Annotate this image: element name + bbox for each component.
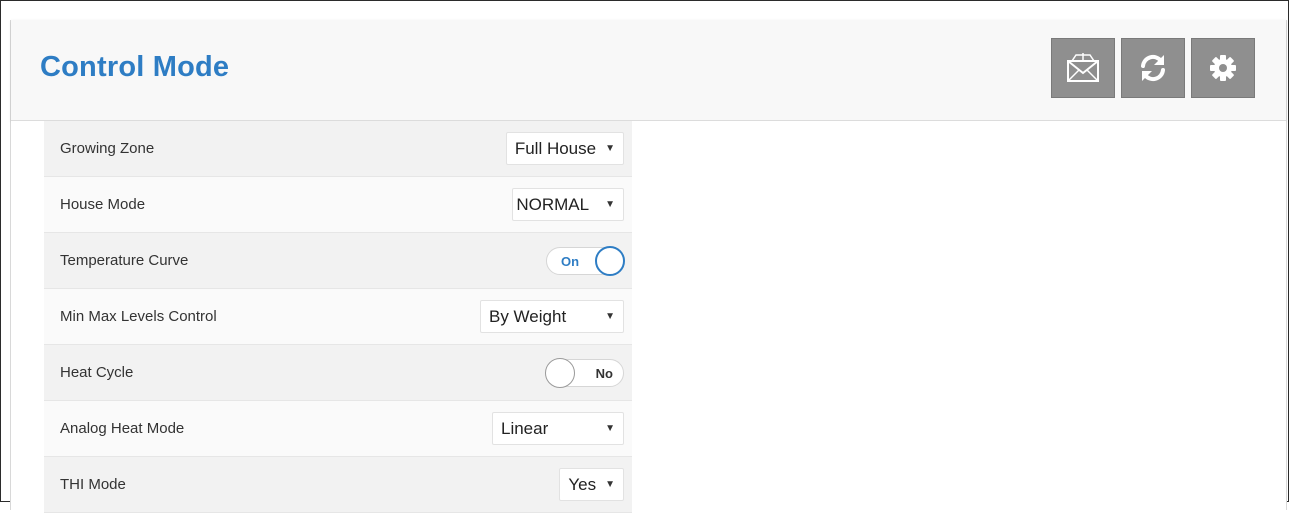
envelope-icon [1067,53,1099,82]
dropdown-arrow-icon: ▼ [605,143,615,154]
row-label: House Mode [60,196,146,213]
toggle-label: On [561,254,580,269]
growing-zone-select[interactable]: Full House ▼ [505,132,624,165]
select-value: Full House [514,138,597,158]
row-label: Growing Zone [60,140,155,157]
dropdown-arrow-icon: ▼ [605,311,615,322]
select-value: NORMAL [516,194,590,214]
select-value: Linear [501,418,549,438]
control-mode-window: Control Mode Growing Zone Full House ▼ H… [10,20,1287,513]
content-area: Growing Zone Full House ▼ House Mode NOR… [11,121,1286,513]
row-temperature-curve: Temperature Curve On [44,233,632,289]
row-label: Heat Cycle [60,364,134,381]
row-min-max-levels-control: Min Max Levels Control By Weight ▼ [44,289,632,345]
row-label: Analog Heat Mode [60,420,185,437]
row-label: Temperature Curve [60,252,189,269]
row-analog-heat-mode: Analog Heat Mode Linear ▼ [44,401,632,457]
row-growing-zone: Growing Zone Full House ▼ [44,121,632,177]
toggle-label: No [595,366,613,381]
settings-button[interactable] [1191,38,1255,98]
dropdown-arrow-icon: ▼ [605,199,615,210]
row-heat-cycle: Heat Cycle No [44,345,632,401]
row-thi-mode: THI Mode Yes ▼ [44,457,632,513]
page-header: Control Mode [11,20,1286,121]
thi-mode-select[interactable]: Yes ▼ [559,468,624,501]
row-house-mode: House Mode NORMAL ▼ [44,177,632,233]
select-value: By Weight [489,306,567,326]
house-mode-select[interactable]: NORMAL ▼ [512,188,624,221]
toggle-knob [595,246,625,276]
dropdown-arrow-icon: ▼ [605,479,615,490]
temperature-curve-toggle[interactable]: On [546,246,625,276]
row-label: Min Max Levels Control [60,308,217,325]
gear-icon [1210,55,1236,81]
analog-heat-mode-select[interactable]: Linear ▼ [492,412,624,445]
refresh-button[interactable] [1121,38,1185,98]
dropdown-arrow-icon: ▼ [605,423,615,434]
refresh-icon [1141,54,1165,82]
heat-cycle-toggle[interactable]: No [545,358,624,388]
min-max-levels-select[interactable]: By Weight ▼ [480,300,624,333]
toggle-knob [545,358,575,388]
row-label: THI Mode [60,476,126,493]
select-value: Yes [568,474,597,494]
settings-list: Growing Zone Full House ▼ House Mode NOR… [44,121,632,513]
screenshot-frame: Control Mode Growing Zone Full House ▼ H… [0,0,1289,513]
envelope-button[interactable] [1051,38,1115,98]
page-title: Control Mode [40,51,230,83]
